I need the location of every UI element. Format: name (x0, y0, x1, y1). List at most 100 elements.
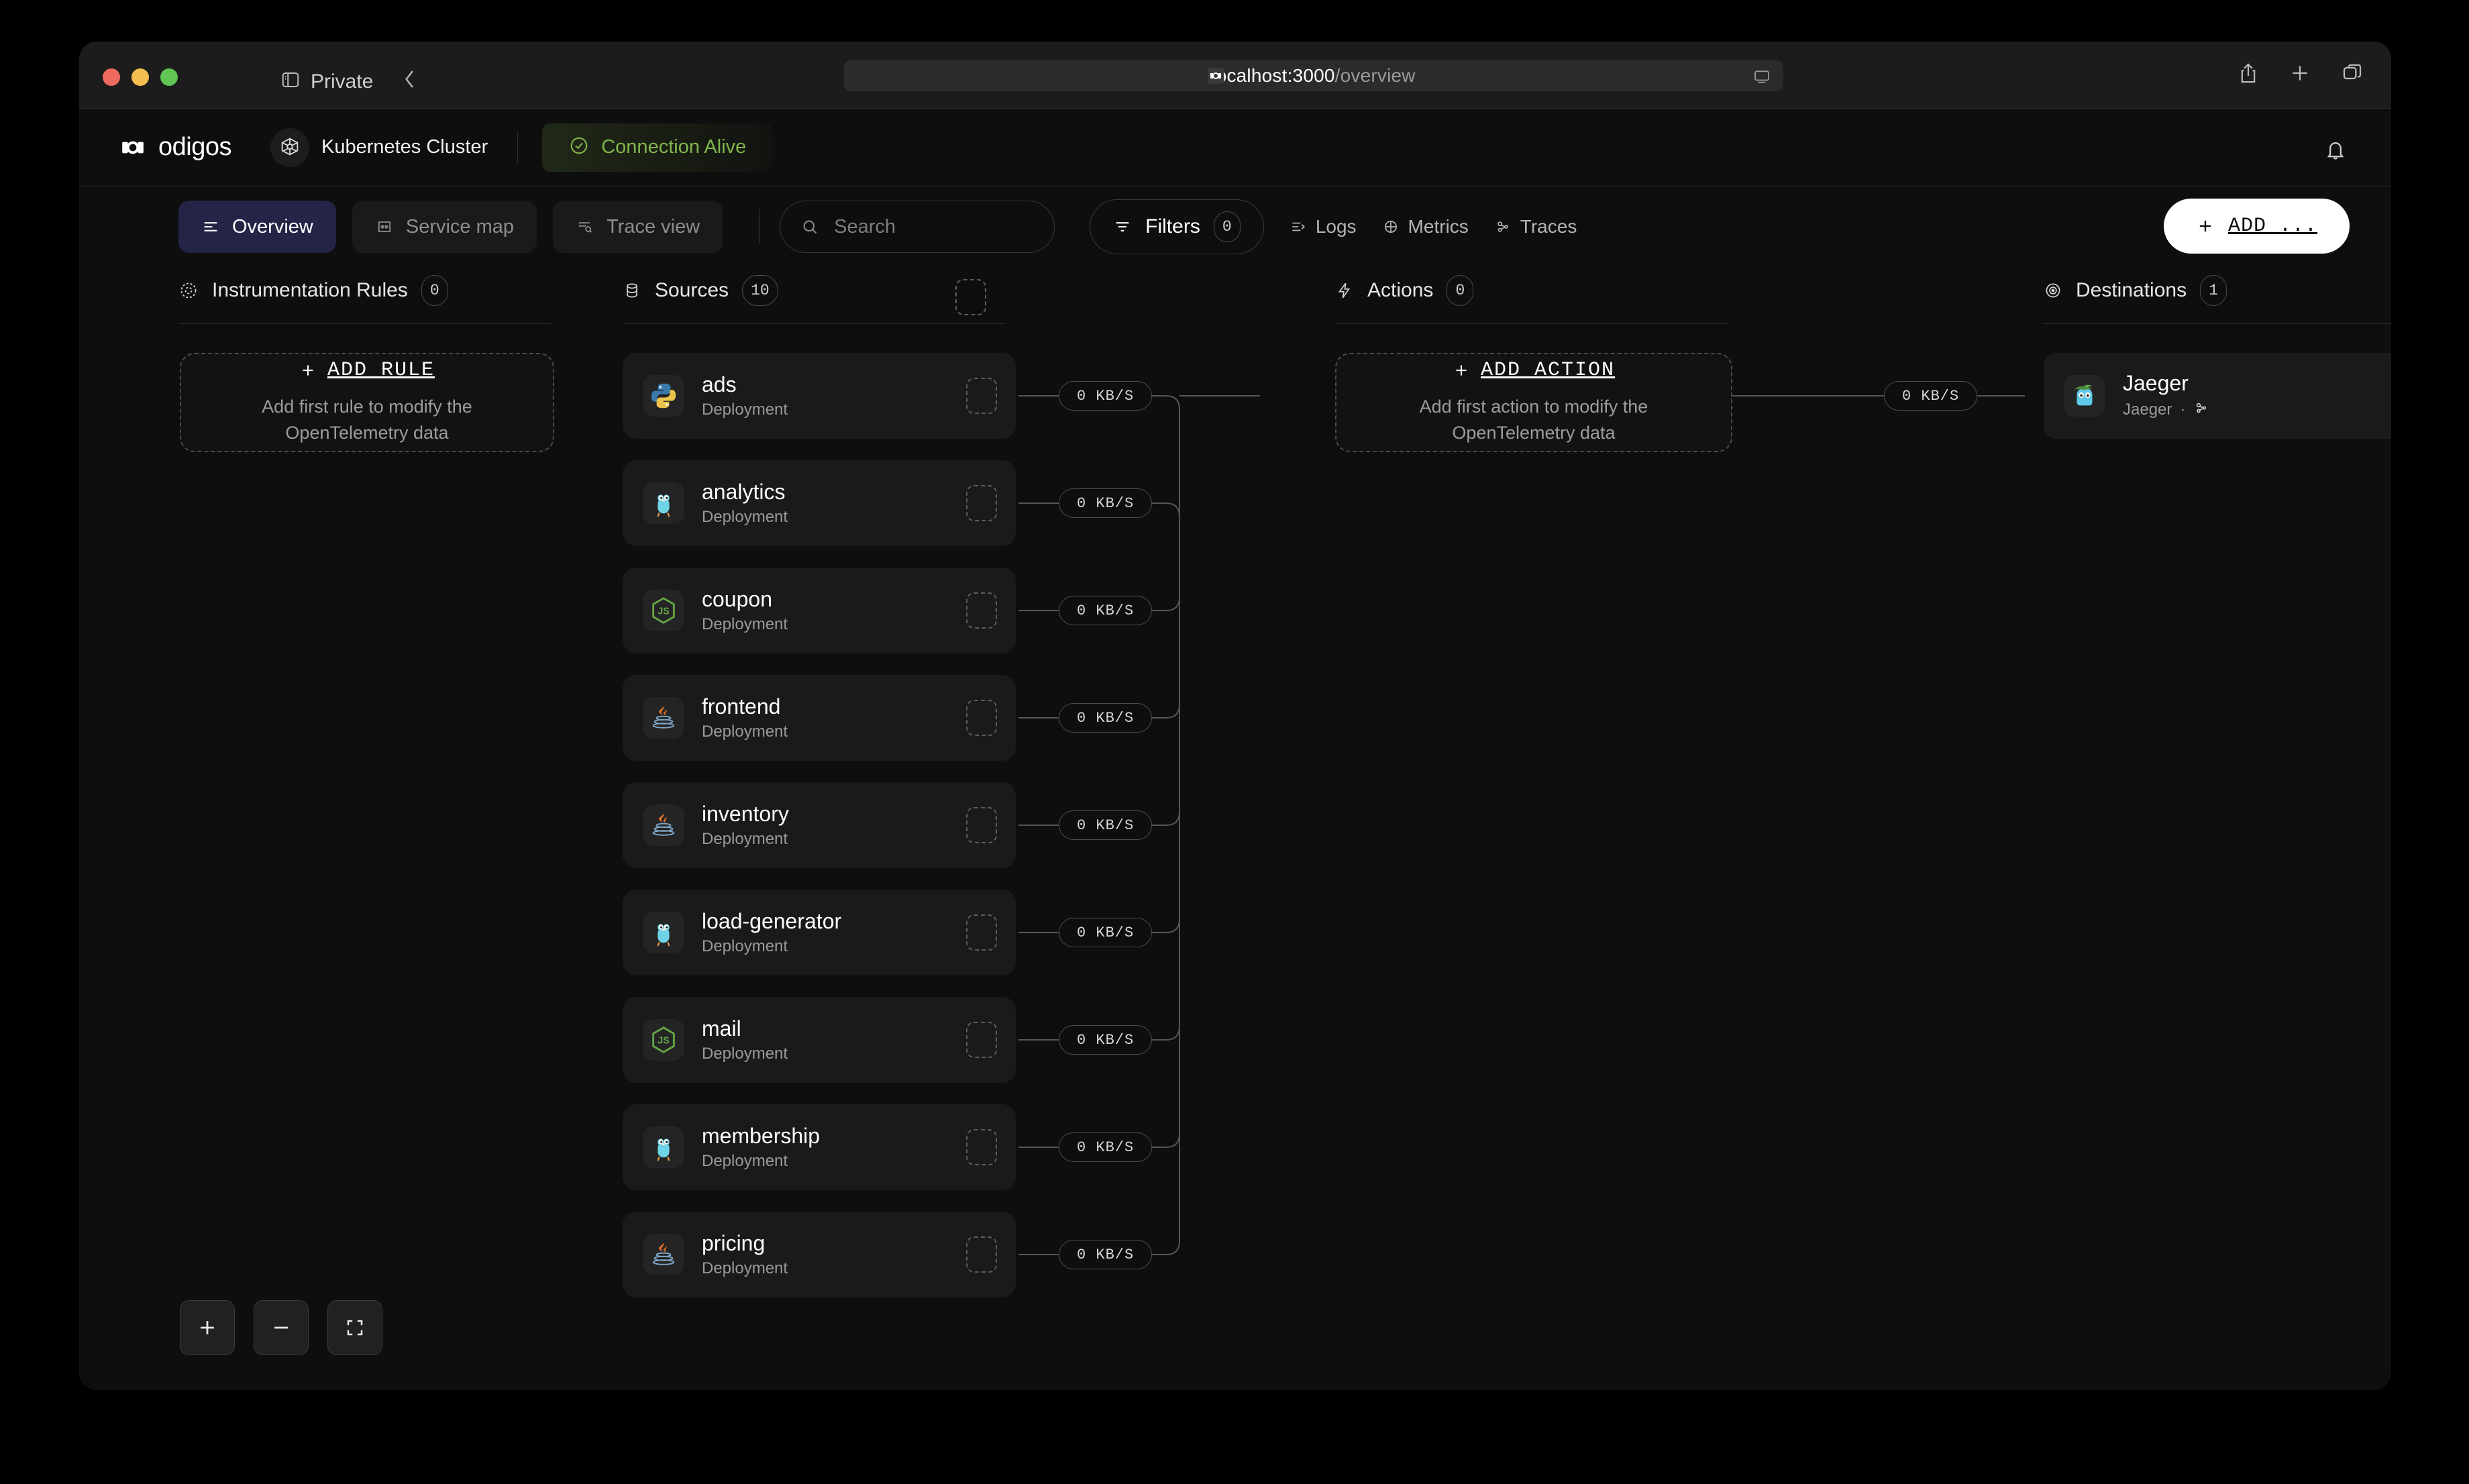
source-card[interactable]: analytics Deployment (623, 460, 1016, 546)
edge-rate-label: 0 KB/S (1059, 918, 1153, 947)
address-bar-text: localhost:3000/overview (1212, 65, 1415, 87)
address-bar[interactable]: localhost:3000/overview (844, 60, 1783, 91)
source-card[interactable]: membership Deployment (623, 1104, 1016, 1190)
filter-icon (1116, 222, 1129, 231)
signal-toggle-metrics[interactable]: Metrics (1382, 216, 1469, 237)
source-name: pricing (702, 1230, 766, 1255)
browser-window: Private localhost:3000/overview odigos K… (79, 42, 2391, 1390)
browser-toolbar: Private localhost:3000/overview (79, 42, 2391, 109)
column-rule (178, 323, 551, 324)
signal-toggle-traces[interactable]: Traces (1494, 216, 1577, 237)
source-card[interactable]: JS coupon Deployment (623, 568, 1016, 653)
filters-button[interactable]: Filters 0 (1090, 199, 1264, 254)
add-rule-cta[interactable]: ADD RULE (299, 359, 435, 382)
cluster-chip[interactable]: Kubernetes Cluster (270, 127, 488, 167)
sidebar-icon[interactable] (280, 70, 301, 93)
add-action-label: ADD ACTION (1480, 358, 1616, 382)
destination-card-jaeger[interactable]: Jaeger Jaeger · (2044, 353, 2391, 439)
minus-icon (274, 1326, 288, 1329)
column-count: 0 (1447, 275, 1474, 306)
source-name: coupon (702, 586, 772, 611)
odigos-logo[interactable]: odigos (119, 133, 231, 162)
tab-overview-icon[interactable] (2342, 62, 2363, 87)
source-kind: Deployment (702, 615, 788, 634)
zoom-out-button[interactable] (254, 1300, 309, 1355)
notifications-bell-icon[interactable] (2324, 138, 2347, 164)
app-toolbar: Overview Service map Trace view Search F… (79, 187, 2391, 267)
source-text: inventory Deployment (702, 802, 789, 849)
column-count: 1 (2200, 275, 2227, 306)
tab-service-map-label: Service map (405, 215, 515, 237)
overview-icon (204, 222, 217, 231)
source-slot[interactable] (966, 807, 997, 843)
source-card[interactable]: JS mail Deployment (623, 997, 1016, 1083)
source-card[interactable]: pricing Deployment (623, 1212, 1016, 1297)
edge-rate-label: 0 KB/S (1059, 1132, 1153, 1162)
add-action-cta[interactable]: ADD ACTION (1453, 359, 1615, 382)
source-slot[interactable] (966, 1022, 997, 1058)
source-kind: Deployment (702, 1259, 788, 1278)
new-tab-icon[interactable] (2289, 62, 2311, 87)
fit-view-button[interactable] (327, 1300, 382, 1355)
back-chevron-icon[interactable] (401, 68, 419, 93)
search-input[interactable] (834, 215, 1022, 238)
close-window-button[interactable] (103, 68, 120, 86)
source-slot[interactable] (966, 485, 997, 521)
destination-subtitle: Jaeger · (2123, 400, 2209, 421)
header-divider (517, 131, 519, 163)
add-action-card[interactable]: ADD ACTION Add first action to modify th… (1335, 353, 1732, 452)
sources-header-slot[interactable] (955, 279, 986, 315)
tab-overview[interactable]: Overview (178, 201, 336, 253)
url-path: /overview (1334, 65, 1416, 86)
column-title: Destinations (2076, 279, 2187, 301)
share-icon[interactable] (2238, 62, 2258, 88)
source-card[interactable]: frontend Deployment (623, 675, 1016, 761)
search-box[interactable] (780, 201, 1055, 253)
column-count: 0 (421, 275, 448, 306)
source-kind: Deployment (702, 401, 788, 419)
maximize-window-button[interactable] (160, 68, 178, 86)
instrumentation-rules-icon (180, 282, 197, 299)
source-kind: Deployment (702, 937, 788, 956)
source-slot[interactable] (966, 1129, 997, 1165)
source-text: coupon Deployment (702, 587, 788, 635)
traces-label: Traces (1520, 216, 1577, 237)
plus-icon (2199, 220, 2211, 232)
source-name: frontend (702, 694, 781, 719)
flow-canvas[interactable]: Instrumentation Rules 0 ADD RULE Add fir… (79, 267, 2391, 1390)
private-window-label: Private (311, 70, 374, 93)
signal-toggle-logs[interactable]: Logs (1290, 216, 1357, 237)
source-slot[interactable] (966, 378, 997, 414)
source-card[interactable]: load-generator Deployment (623, 890, 1016, 975)
add-button[interactable]: ADD ... (2163, 199, 2350, 254)
source-slot[interactable] (966, 1236, 997, 1273)
source-card[interactable]: ads Deployment (623, 353, 1016, 439)
source-name: load-generator (702, 908, 842, 933)
traffic-lights[interactable] (103, 68, 178, 86)
reader-icon[interactable] (1752, 69, 1771, 87)
source-slot[interactable] (966, 700, 997, 736)
source-slot[interactable] (966, 592, 997, 629)
python-logo-icon (643, 375, 684, 417)
source-kind: Deployment (702, 1152, 788, 1171)
minimize-window-button[interactable] (132, 68, 149, 86)
source-text: membership Deployment (702, 1124, 820, 1171)
filters-count: 0 (1213, 211, 1241, 242)
source-card[interactable]: inventory Deployment (623, 782, 1016, 868)
tab-service-map[interactable]: Service map (352, 201, 537, 253)
source-slot[interactable] (966, 914, 997, 951)
metrics-label: Metrics (1408, 216, 1469, 237)
column-count: 10 (742, 275, 778, 306)
nodejs-logo-icon: JS (643, 1019, 684, 1061)
column-title: Instrumentation Rules (212, 279, 408, 301)
source-kind: Deployment (702, 723, 788, 741)
connection-status-text: Connection Alive (601, 136, 747, 158)
check-circle-icon (569, 136, 589, 159)
zoom-controls[interactable] (180, 1300, 382, 1355)
destination-separator: · (2180, 401, 2186, 419)
tab-trace-view-label: Trace view (607, 215, 700, 237)
add-rule-card[interactable]: ADD RULE Add first rule to modify the Op… (180, 353, 554, 452)
zoom-in-button[interactable] (180, 1300, 235, 1355)
tab-trace-view[interactable]: Trace view (553, 201, 723, 253)
source-kind: Deployment (702, 508, 788, 527)
